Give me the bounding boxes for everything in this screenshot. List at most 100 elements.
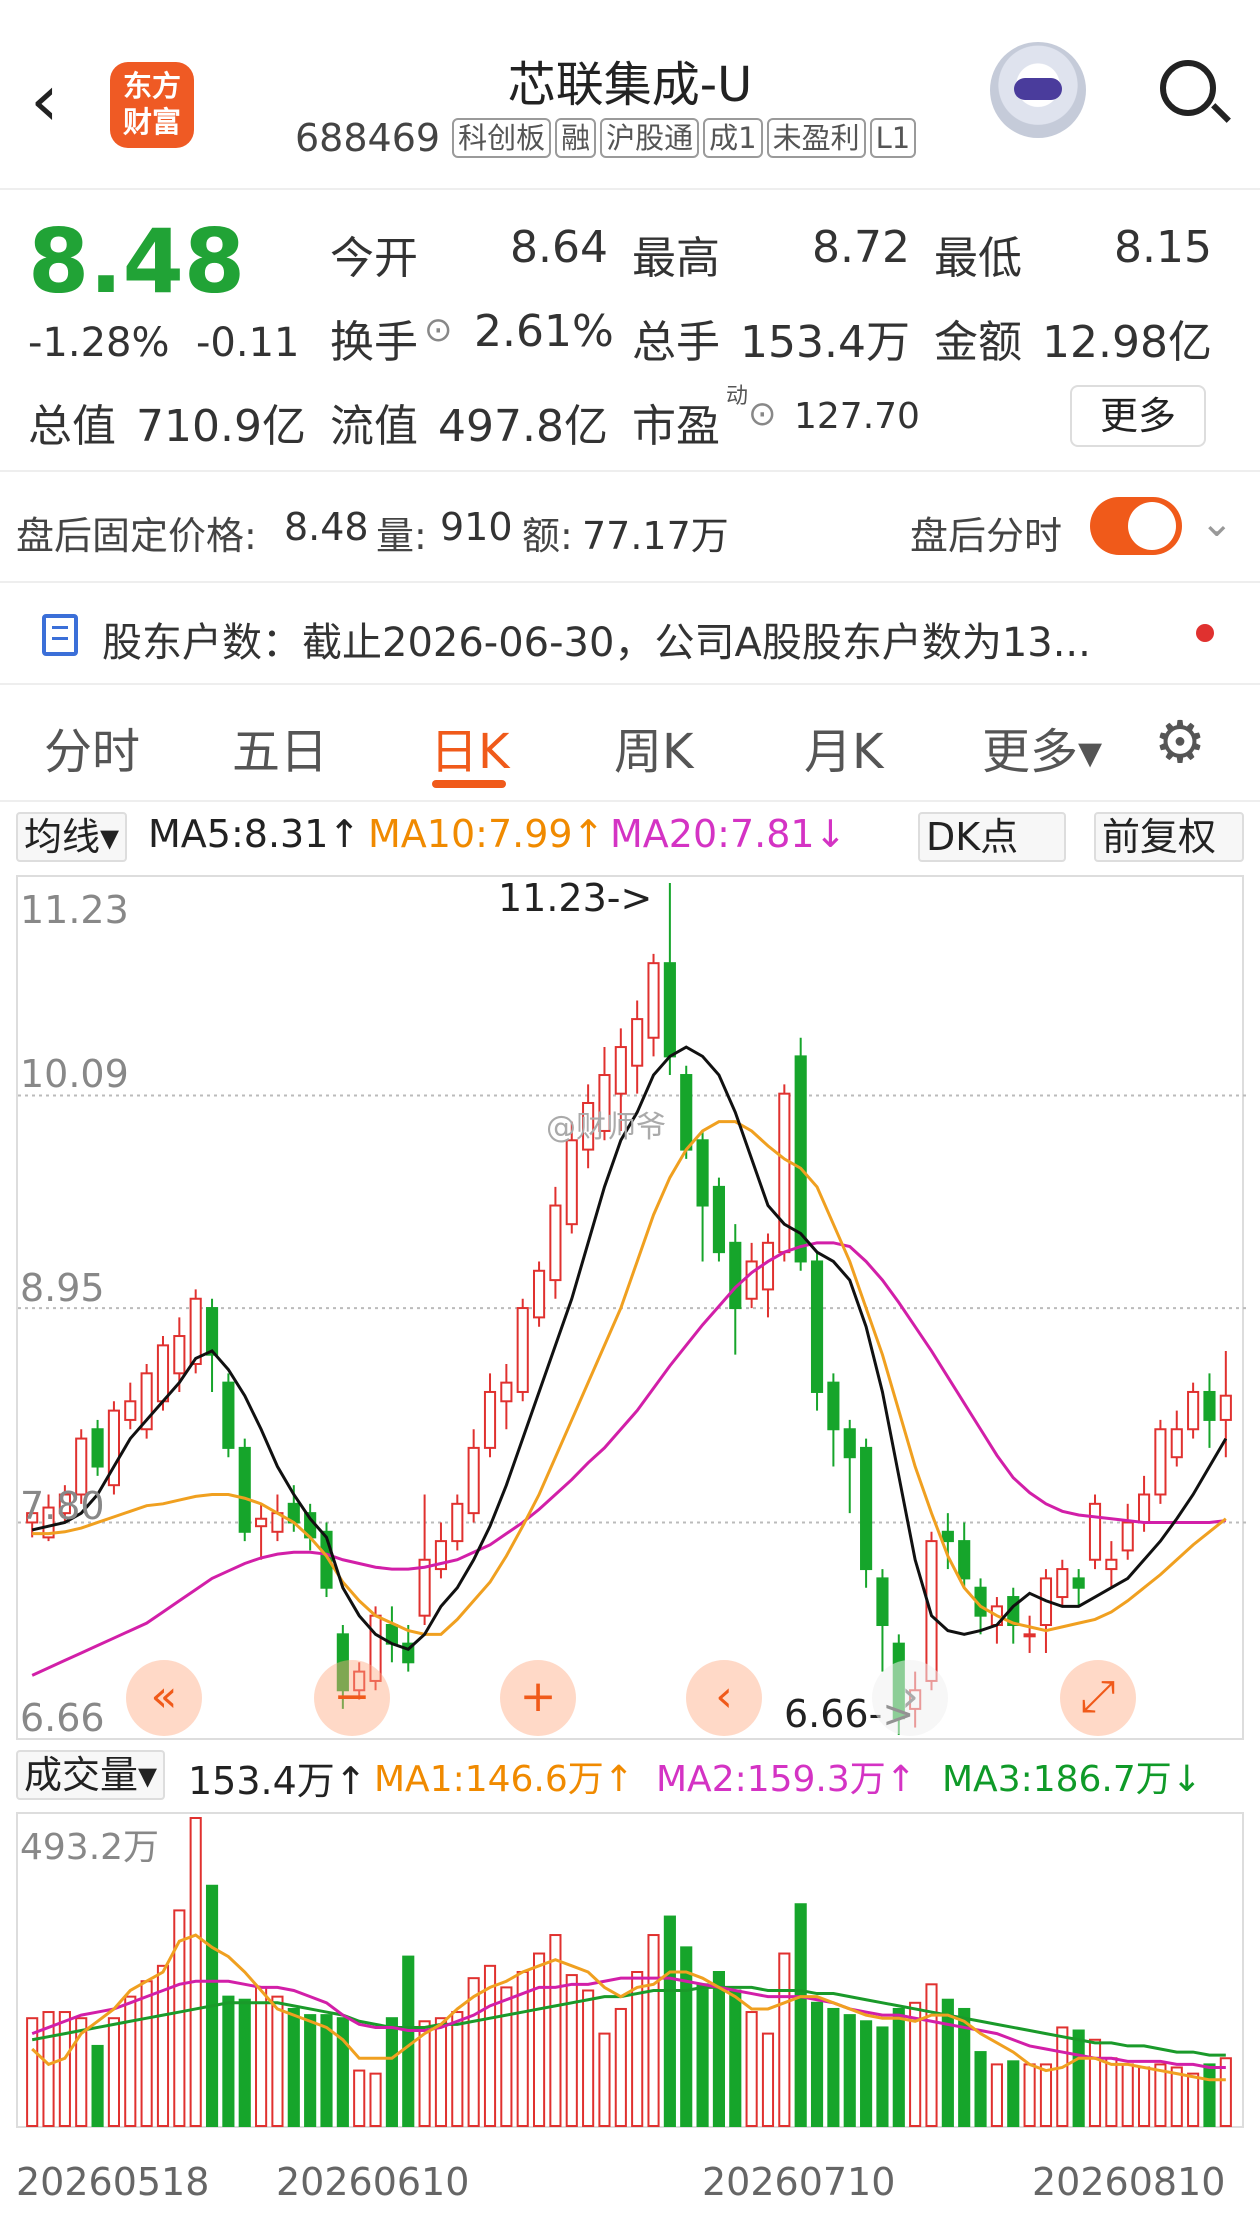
volume-bar [974, 2051, 987, 2127]
candle-body [1023, 1633, 1036, 1638]
candle-body [222, 1381, 235, 1449]
after-hours-amt-label: 额: [522, 514, 573, 558]
volume-bar [696, 1983, 709, 2127]
volume-bar [990, 2063, 1003, 2127]
volume-bar [124, 1995, 137, 2127]
volume-bar [941, 1998, 954, 2127]
dk-selector[interactable]: DK点 [918, 812, 1066, 862]
volume-bar [222, 1995, 235, 2127]
volume-bar [238, 1998, 251, 2127]
watermark: @财师爷 [546, 1110, 666, 1145]
vol-max-label: 493.2万 [20, 1827, 160, 1868]
candle-body [647, 962, 660, 1039]
zoom-out-icon[interactable]: − [314, 1660, 390, 1736]
candle-body [205, 1307, 219, 1356]
candle-body [778, 1092, 791, 1254]
y-tick: 11.23 [20, 888, 129, 932]
volume-bar [549, 1934, 562, 2128]
volume-value: 153.4万 [740, 317, 910, 368]
date-label: 20260710 [702, 2160, 896, 2204]
candle-body [500, 1381, 513, 1403]
volume-bar [385, 2017, 398, 2127]
step-forward-icon[interactable]: › [872, 1660, 948, 1736]
chevron-left-icon[interactable]: ‹ [30, 60, 90, 140]
kline-svg [18, 883, 1246, 1735]
tab-monthly-k[interactable]: 月K [804, 712, 883, 782]
volume-bar [647, 1934, 660, 2128]
high-annotation: 11.23-> [498, 876, 653, 920]
after-hours-toggle[interactable] [1090, 497, 1182, 555]
volume-bar [1105, 2057, 1118, 2128]
turnover-label: 换手 [330, 317, 418, 368]
candle-body [843, 1428, 856, 1459]
candle-body [238, 1446, 251, 1533]
volume-bar [271, 1995, 284, 2127]
candle-body [663, 962, 676, 1058]
candle-body [467, 1446, 480, 1515]
info-icon[interactable]: ⊙ [424, 310, 453, 350]
volume-bar [500, 1986, 513, 2127]
unread-dot [1196, 624, 1214, 642]
candle-body [173, 1335, 186, 1375]
volume-bar [1039, 2063, 1053, 2127]
volume-bar [1137, 2066, 1151, 2127]
candle-body [1105, 1558, 1118, 1571]
volume-bar [778, 1952, 791, 2127]
search-icon[interactable] [1160, 60, 1216, 116]
volume-bar [532, 1952, 546, 2127]
tag: 成1 [703, 117, 763, 158]
after-hours-price: 8.48 [284, 505, 369, 549]
volume-bar [353, 2069, 366, 2127]
rewind-icon[interactable]: « [126, 1660, 202, 1736]
ma-selector[interactable]: 均线▾ [16, 812, 128, 862]
volume-bar [451, 2011, 464, 2127]
candle-body [124, 1400, 137, 1421]
logo-line1: 东方 [122, 69, 181, 103]
assistant-robot-icon[interactable] [990, 42, 1086, 138]
tag: L1 [869, 117, 917, 158]
high-value: 8.72 [812, 222, 910, 273]
tab-five-day[interactable]: 五日 [232, 712, 328, 782]
volume-bar [794, 1903, 807, 2127]
zoom-in-icon[interactable]: + [500, 1660, 576, 1736]
more-button[interactable]: 更多 [1070, 385, 1206, 447]
tab-weekly-k[interactable]: 周K [614, 712, 693, 782]
candle-body [451, 1502, 464, 1543]
step-back-icon[interactable]: ‹ [686, 1660, 762, 1736]
volume-bar [107, 2017, 121, 2127]
tab-intraday[interactable]: 分时 [44, 712, 140, 782]
tab-more[interactable]: 更多▾ [982, 712, 1102, 782]
volume-chart[interactable] [16, 1812, 1244, 2128]
volume-bar [1187, 2072, 1200, 2128]
date-label: 20260518 [16, 2160, 210, 2204]
tab-daily-k[interactable]: 日K [430, 712, 509, 782]
volume-bar [614, 2007, 627, 2128]
volume-bar [336, 2017, 349, 2127]
volume-svg [26, 1817, 1232, 2128]
chevron-down-icon[interactable]: ⌄ [1200, 500, 1234, 546]
volume-selector[interactable]: 成交量▾ [16, 1750, 166, 1800]
volume-label: 总手 [632, 317, 720, 368]
kline-chart[interactable] [16, 875, 1246, 1740]
candle-body [189, 1297, 202, 1365]
candle-body [958, 1540, 971, 1580]
change-amount: -0.11 [196, 320, 300, 366]
y-tick: 7.80 [20, 1484, 105, 1528]
candle-body [156, 1344, 170, 1403]
gear-icon[interactable]: ⚙ [1154, 712, 1206, 772]
adjust-button[interactable]: 前复权 [1094, 812, 1244, 862]
candle-body [1154, 1428, 1167, 1496]
volume-bar [582, 1989, 595, 2127]
document-icon [42, 614, 78, 656]
candle-body [1219, 1394, 1232, 1421]
stock-title: 芯联集成-U [507, 57, 753, 113]
fullscreen-icon[interactable]: ⤢ [1060, 1660, 1136, 1736]
active-tab-indicator [432, 780, 506, 788]
info-icon[interactable]: ⊙ [748, 394, 777, 434]
volume-bar [255, 1986, 268, 2127]
volume-bar [663, 1915, 676, 2127]
logo-line2: 财富 [122, 105, 181, 139]
tag: 未盈利 [766, 117, 866, 158]
ma5-value: MA5:8.31↑ [148, 812, 361, 856]
candle-body [1187, 1390, 1200, 1431]
